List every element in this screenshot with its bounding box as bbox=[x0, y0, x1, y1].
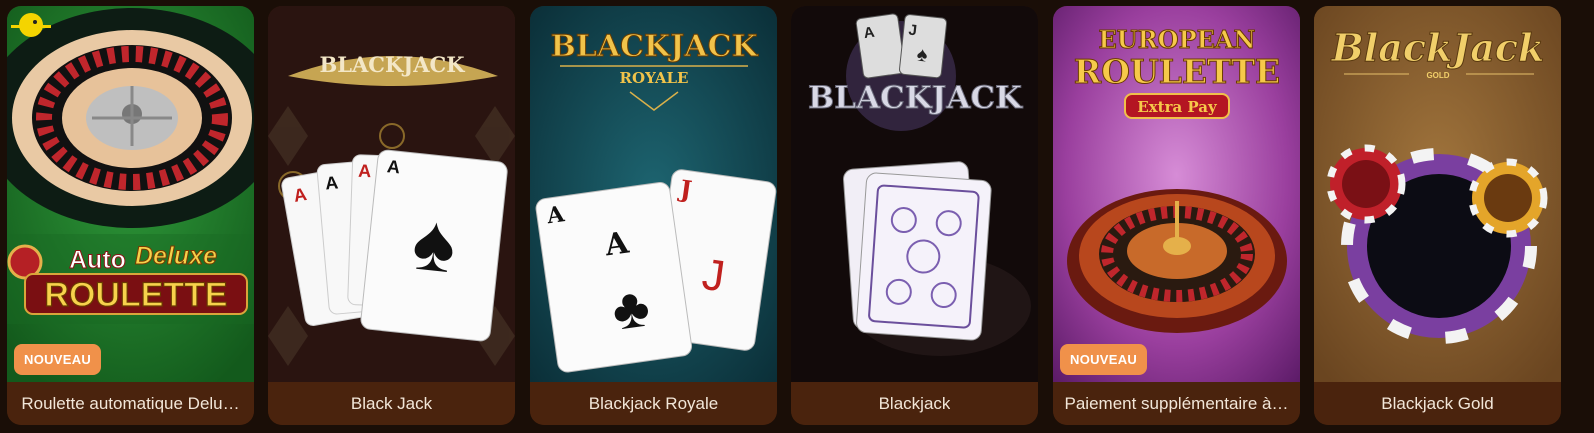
game-thumbnail: BlackJack GOLD bbox=[1314, 6, 1561, 382]
logo-text: BLACKJACK bbox=[808, 80, 1023, 116]
game-thumbnail: EUROPEAN ROULETTE Extra Pay bbox=[1053, 6, 1300, 382]
logo-european-text: EUROPEAN bbox=[1099, 25, 1256, 54]
game-card-blackjack-royale[interactable]: BLACKJACK ROYALE J J A A ♣ Blackjack Roy… bbox=[530, 6, 777, 425]
game-title: Black Jack bbox=[268, 382, 515, 425]
svg-text:A: A bbox=[324, 172, 339, 193]
game-thumbnail: Auto Deluxe ROULETTE bbox=[7, 6, 254, 382]
gold-chip-icon bbox=[1468, 158, 1548, 238]
game-title-text: Blackjack bbox=[878, 393, 951, 413]
game-card-blackjack-gold[interactable]: BlackJack GOLD Blackjack Gold bbox=[1314, 6, 1561, 425]
game-card-european-roulette-extra-pay[interactable]: EUROPEAN ROULETTE Extra Pay NOUVEAU Paie… bbox=[1053, 6, 1300, 425]
game-title: Paiement supplémentaire à… bbox=[1053, 382, 1300, 425]
logo-blackjack-text: BLACKJACK bbox=[550, 29, 758, 64]
logo-roulette-text: ROULETTE bbox=[44, 276, 227, 314]
logo-roulette-text: ROULETTE bbox=[1074, 52, 1280, 91]
svg-text:A: A bbox=[386, 156, 401, 177]
logo-royale-text: ROYALE bbox=[620, 69, 689, 87]
game-thumbnail: BLACKJACK ROYALE J J A A ♣ bbox=[530, 6, 777, 382]
game-title-text: Black Jack bbox=[350, 393, 433, 413]
game-grid: Auto Deluxe ROULETTE NOUVEAU Roulette au… bbox=[0, 0, 1594, 433]
game-title-text: Paiement supplémentaire à… bbox=[1064, 393, 1289, 413]
game-title: Blackjack Royale bbox=[530, 382, 777, 425]
new-badge: NOUVEAU bbox=[1060, 344, 1148, 375]
new-badge: NOUVEAU bbox=[14, 344, 102, 375]
game-title-text: Roulette automatique Delu… bbox=[21, 393, 240, 413]
game-card-blackjack[interactable]: A J ♠ BLACKJACK Blackjack bbox=[791, 6, 1038, 425]
game-title: Blackjack bbox=[791, 382, 1038, 425]
logo-extra-pay-text: Extra Pay bbox=[1137, 98, 1218, 116]
svg-text:J: J bbox=[908, 22, 918, 40]
svg-text:A: A bbox=[358, 161, 372, 181]
game-title: Roulette automatique Delu… bbox=[7, 382, 254, 425]
logo-auto-text: Auto bbox=[69, 246, 126, 274]
red-chip-icon bbox=[1326, 144, 1406, 224]
game-card-auto-deluxe-roulette[interactable]: Auto Deluxe ROULETTE NOUVEAU Roulette au… bbox=[7, 6, 254, 425]
logo-gold-text: GOLD bbox=[1426, 71, 1449, 80]
logo-text: BLACKJACK bbox=[320, 52, 466, 77]
game-title-text: Blackjack Gold bbox=[1381, 393, 1494, 413]
game-thumbnail: A J ♠ BLACKJACK bbox=[791, 6, 1038, 382]
game-card-black-jack[interactable]: BLACKJACK A A A A ♠ Black Jack bbox=[268, 6, 515, 425]
game-title-text: Blackjack Royale bbox=[588, 393, 719, 413]
game-thumbnail: BLACKJACK A A A A ♠ bbox=[268, 6, 515, 382]
game-title: Blackjack Gold bbox=[1314, 382, 1561, 425]
logo-deluxe-text: Deluxe bbox=[135, 242, 217, 270]
logo-blackjack-text: BlackJack bbox=[1331, 25, 1545, 70]
